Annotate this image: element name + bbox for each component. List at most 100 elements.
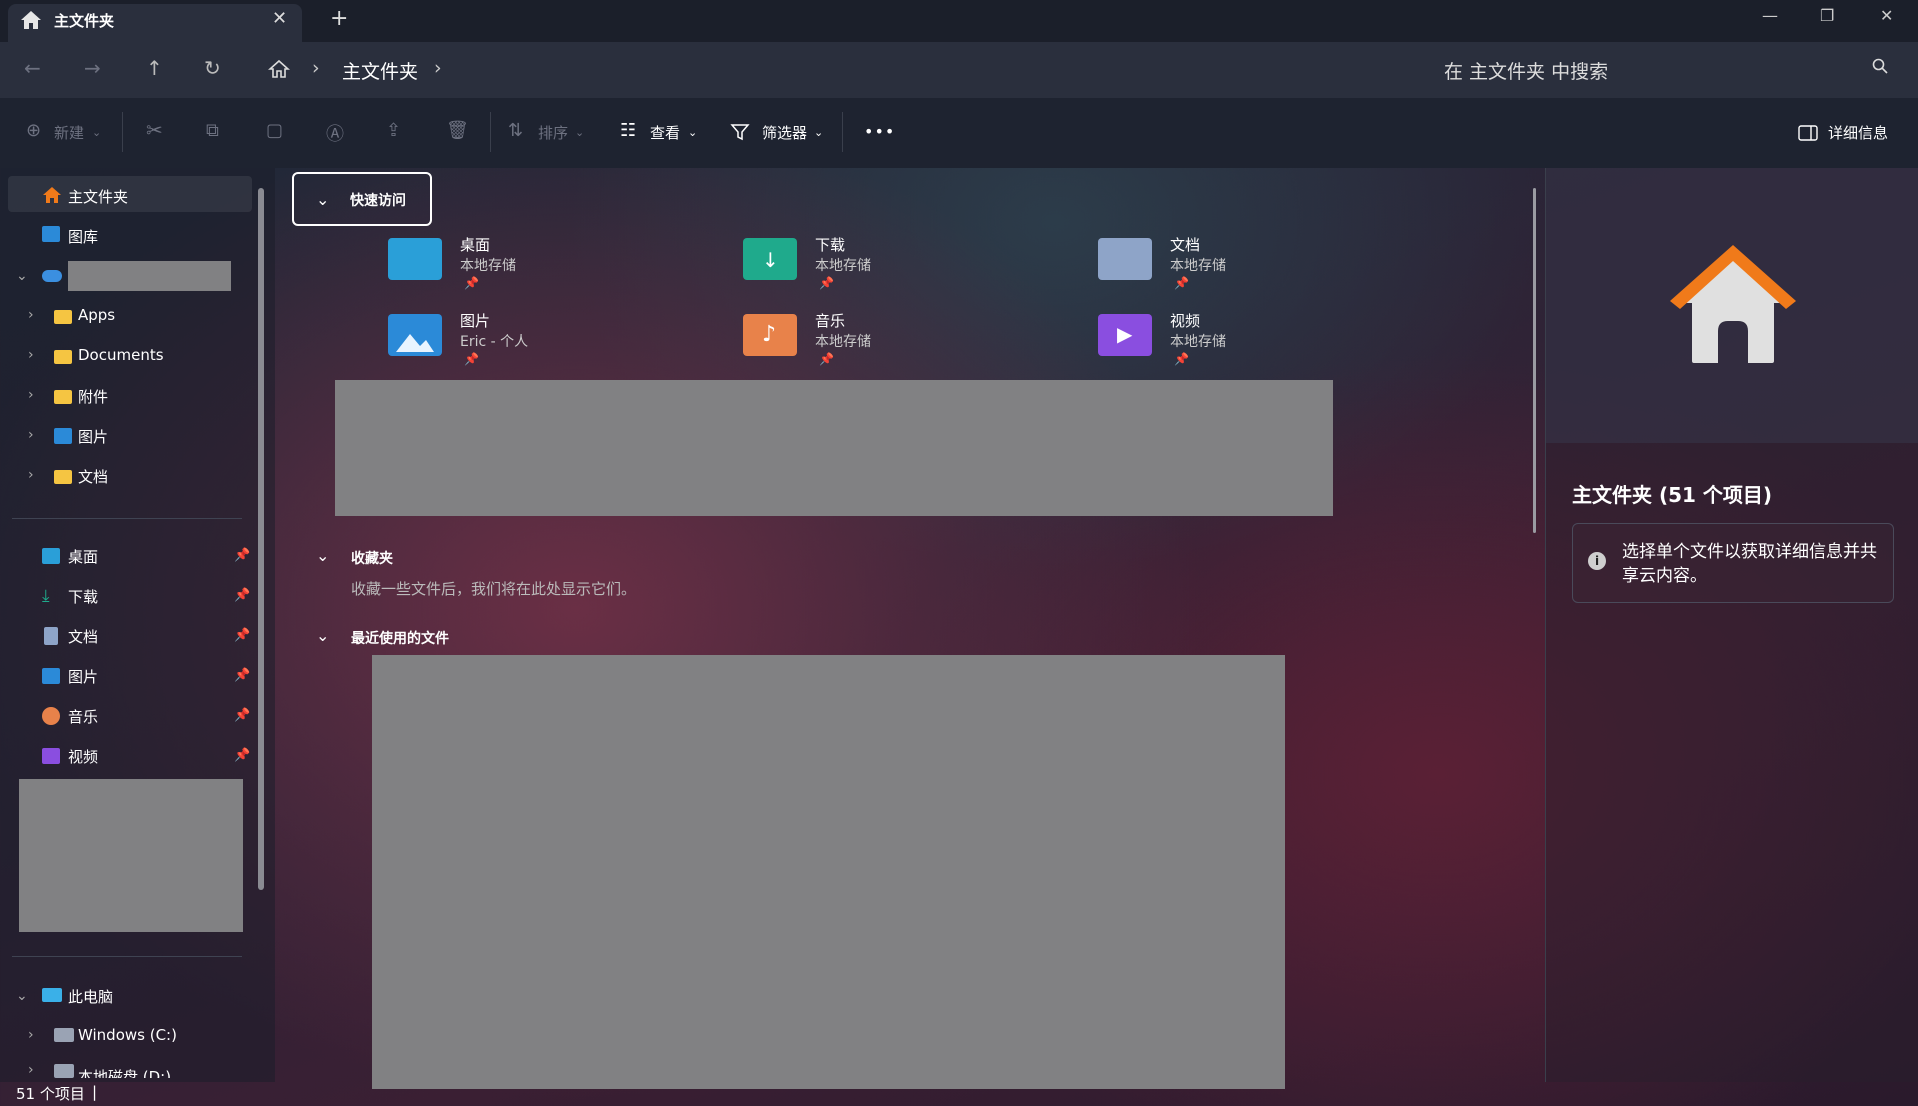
back-button[interactable]: ← (24, 56, 41, 80)
filter-button[interactable]: 筛选器 (762, 122, 807, 143)
tile-downloads-sub: 本地存储 (815, 258, 871, 274)
new-tab-button[interactable]: + (330, 6, 348, 31)
pin-icon: 📌 (234, 548, 251, 563)
chevron-right-icon[interactable]: › (28, 307, 34, 323)
toolbar-separator (122, 112, 123, 152)
pin-icon: 📌 (234, 668, 251, 683)
tile-documents-name[interactable]: 文档 (1170, 234, 1200, 255)
chevron-down-icon[interactable]: ⌄ (316, 546, 329, 565)
tile-documents-sub: 本地存储 (1170, 258, 1226, 274)
sidebar-item-attachments[interactable]: 附件 (78, 386, 108, 407)
toolbar-separator (490, 112, 491, 152)
copy-icon[interactable]: ⧉ (206, 120, 219, 141)
new-button[interactable]: 新建 (54, 122, 84, 143)
chevron-right-icon[interactable]: › (28, 1027, 34, 1043)
sidebar-item-onedrive-pictures[interactable]: 图片 (78, 426, 108, 447)
toolbar-separator (842, 112, 843, 152)
chevron-down-icon[interactable]: ⌄ (316, 626, 329, 645)
sidebar-scrollbar[interactable] (258, 188, 264, 890)
view-icon: ☷ (620, 120, 637, 141)
gallery-icon (42, 226, 60, 242)
sidebar-item-this-pc[interactable]: 此电脑 (68, 986, 113, 1007)
favorites-title[interactable]: 收藏夹 (351, 548, 393, 568)
tile-videos-sub: 本地存储 (1170, 334, 1226, 350)
paste-icon[interactable]: ▢ (266, 120, 283, 141)
chevron-right-icon[interactable]: › (28, 387, 34, 403)
computer-icon (42, 988, 62, 1002)
home-large-icon (1670, 245, 1796, 371)
breadcrumb-chevron-icon[interactable]: › (434, 57, 442, 79)
sidebar-item-drive-c[interactable]: Windows (C:) (78, 1026, 177, 1044)
sidebar-item-gallery[interactable]: 图库 (68, 226, 98, 247)
forward-button[interactable]: → (84, 56, 101, 80)
minimize-button[interactable]: — (1762, 6, 1778, 25)
chevron-right-icon[interactable]: › (28, 347, 34, 363)
rename-icon[interactable]: Ⓐ (326, 120, 344, 146)
sidebar-item-documents[interactable]: Documents (78, 346, 164, 364)
view-button[interactable]: 查看 (650, 122, 680, 143)
tile-pictures-name[interactable]: 图片 (460, 310, 490, 331)
redacted-area (372, 655, 1285, 1089)
sidebar-item-home[interactable]: 主文件夹 (68, 186, 128, 207)
chevron-right-icon[interactable]: › (28, 467, 34, 483)
new-icon: ⊕ (26, 120, 42, 141)
chevron-down-icon: ⌄ (316, 190, 330, 209)
pin-icon: 📌 (234, 628, 251, 643)
chevron-down-icon[interactable]: ⌄ (16, 268, 28, 284)
sidebar-item-pictures[interactable]: 图片 (68, 666, 98, 687)
video-icon (42, 748, 60, 764)
sidebar-item-downloads[interactable]: 下载 (68, 586, 98, 607)
cut-icon[interactable]: ✂ (146, 118, 163, 142)
details-button[interactable]: 详细信息 (1828, 122, 1888, 143)
tile-videos-name[interactable]: 视频 (1170, 310, 1200, 331)
cloud-icon (42, 270, 62, 282)
chevron-right-icon[interactable]: › (28, 427, 34, 443)
sidebar-item-onedrive-docs[interactable]: 文档 (78, 466, 108, 487)
pin-icon: 📌 (234, 748, 251, 763)
sidebar-item-drive-d[interactable]: 本地磁盘 (D:) (78, 1066, 171, 1078)
refresh-button[interactable]: ↻ (204, 56, 221, 80)
sidebar-item-drive-d-clip: › 本地磁盘 (D:) (0, 1058, 275, 1078)
delete-icon[interactable]: 🗑 (446, 120, 469, 141)
desktop-icon (42, 548, 60, 564)
filter-icon (730, 122, 750, 146)
home-icon (20, 10, 42, 34)
restore-button[interactable]: ❐ (1820, 6, 1834, 25)
pin-icon: 📌 (464, 352, 479, 366)
pin-icon: 📌 (464, 276, 479, 290)
recent-files-title[interactable]: 最近使用的文件 (351, 628, 449, 648)
sidebar-item-apps[interactable]: Apps (78, 306, 115, 324)
chevron-right-icon[interactable]: › (28, 1062, 34, 1078)
sort-button[interactable]: 排序 (538, 122, 568, 143)
sidebar-item-docs[interactable]: 文档 (68, 626, 98, 647)
up-button[interactable]: ↑ (146, 56, 163, 80)
chevron-down-icon: ⌄ (688, 126, 698, 139)
desktop-folder-icon[interactable] (388, 238, 442, 280)
share-icon[interactable]: ⇪ (386, 120, 401, 141)
folder-icon (54, 390, 72, 404)
search-icon[interactable] (1872, 58, 1888, 78)
tab-home[interactable] (8, 4, 302, 42)
sidebar-item-videos[interactable]: 视频 (68, 746, 98, 767)
close-window-button[interactable]: ✕ (1880, 6, 1893, 25)
sidebar-item-desktop[interactable]: 桌面 (68, 546, 98, 567)
tile-music-name[interactable]: 音乐 (815, 310, 845, 331)
search-input[interactable]: 在 主文件夹 中搜索 (1444, 57, 1608, 84)
more-options-button[interactable]: ••• (864, 122, 895, 141)
breadcrumb-home-icon[interactable] (267, 59, 291, 83)
status-separator: | (92, 1083, 98, 1101)
documents-folder-icon[interactable] (1098, 238, 1152, 280)
tab-close-icon[interactable]: ✕ (272, 8, 287, 29)
sidebar-item-music[interactable]: 音乐 (68, 706, 98, 727)
document-icon (44, 627, 58, 645)
details-title: 主文件夹 (51 个项目) (1572, 483, 1773, 507)
breadcrumb-chevron-icon[interactable]: › (312, 57, 320, 79)
redacted-area (335, 380, 1333, 516)
breadcrumb-current[interactable]: 主文件夹 (342, 57, 418, 84)
tile-desktop-name[interactable]: 桌面 (460, 234, 490, 255)
main-scrollbar[interactable] (1533, 188, 1536, 533)
tile-downloads-name[interactable]: 下载 (815, 234, 845, 255)
chevron-down-icon[interactable]: ⌄ (16, 988, 28, 1004)
chevron-down-icon: ⌄ (814, 126, 824, 139)
favorites-empty-text: 收藏一些文件后，我们将在此处显示它们。 (351, 580, 637, 598)
